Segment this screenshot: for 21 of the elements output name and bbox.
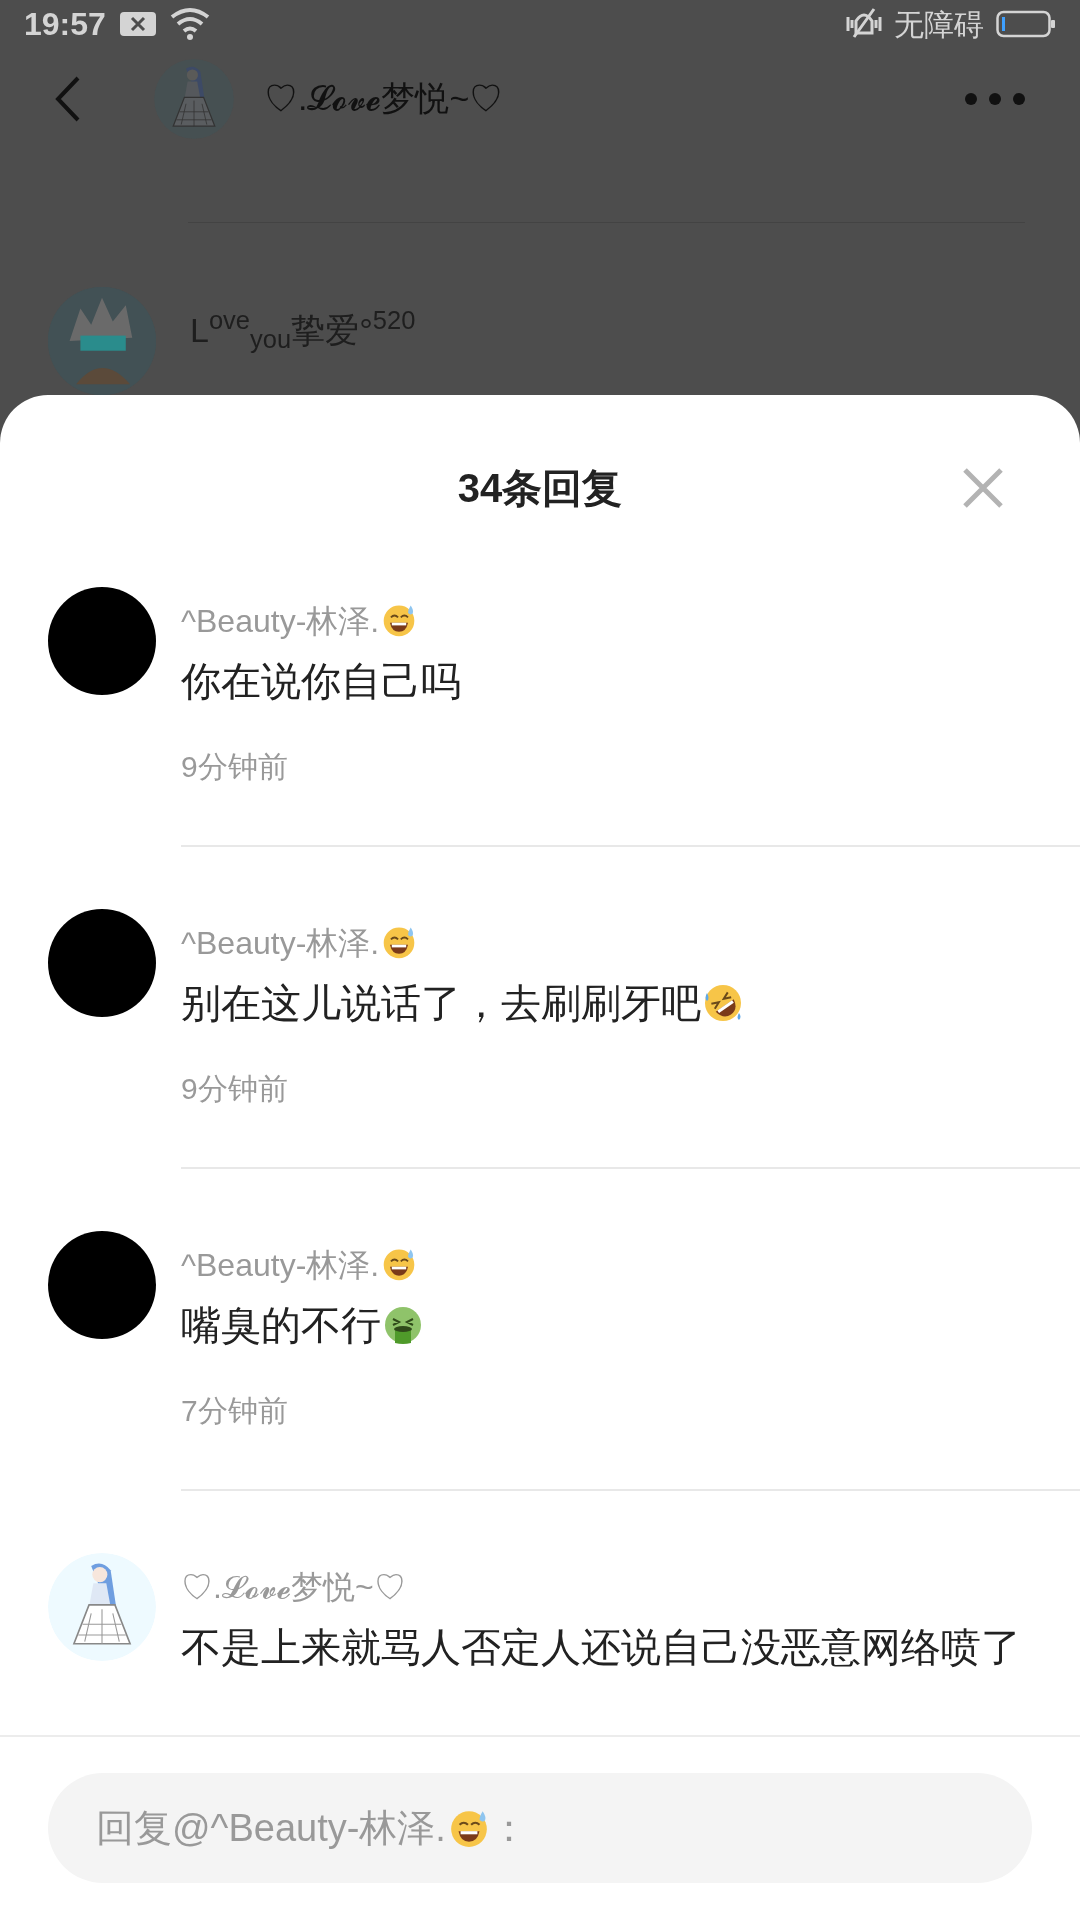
- header-title: ♡.𝓛𝓸𝓿𝓮梦悦~♡: [264, 78, 504, 120]
- accessibility-label: 无障碍: [894, 6, 984, 43]
- wifi-icon: [169, 7, 210, 41]
- sheet-title: 34条回复: [457, 465, 623, 512]
- reply-author[interactable]: ♡.𝓛𝓸𝓿𝓮梦悦~♡: [181, 1567, 406, 1607]
- reply-author[interactable]: ^Beauty-林泽.: [181, 1245, 418, 1285]
- rolling-laughing-face-icon: [703, 983, 743, 1023]
- reply-text: 别在这儿说话了，去刷刷牙吧: [181, 973, 743, 1033]
- vomiting-face-icon: [383, 1305, 423, 1345]
- reply-input-field[interactable]: 回复@^Beauty-林泽. ：: [48, 1773, 1032, 1883]
- reply-author[interactable]: ^Beauty-林泽.: [181, 923, 418, 963]
- reply-author[interactable]: ^Beauty-林泽.: [181, 601, 418, 641]
- reply-text: 嘴臭的不行: [181, 1295, 423, 1355]
- status-time: 19:57: [24, 5, 106, 44]
- battery-icon: [996, 9, 1056, 39]
- reply-time: 7分钟前: [181, 1393, 288, 1429]
- reply-text: 不是上来就骂人否定人还说自己没恶意网络喷了: [181, 1624, 1021, 1671]
- reply-time: 9分钟前: [181, 749, 288, 785]
- reply-time: 9分钟前: [181, 1071, 288, 1107]
- notification-icon: [119, 10, 156, 38]
- reply-text: 你在说你自己吗: [181, 658, 461, 705]
